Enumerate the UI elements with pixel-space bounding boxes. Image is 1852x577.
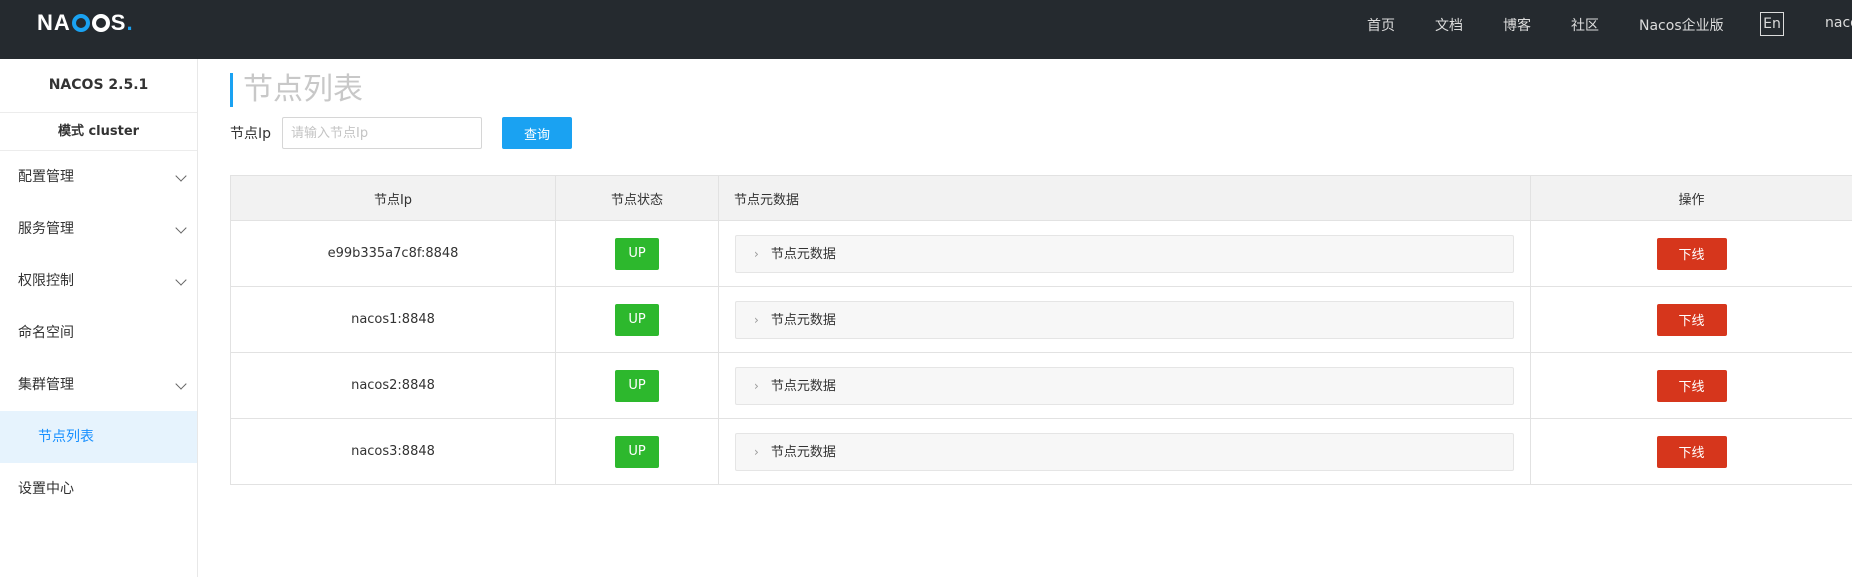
sidebar-item-cluster-management[interactable]: 集群管理 [0,359,197,411]
sidebar-item-label: 权限控制 [18,273,74,289]
column-header-node-ip: 节点Ip [230,175,556,221]
top-navbar: NA S. 首页 文档 博客 社区 Nacos企业版 naco En [0,0,1852,59]
node-metadata-cell: › 节点元数据 [718,352,1531,419]
logo-ring-icon [71,14,90,32]
nav-enterprise-link[interactable]: Nacos企业版 [1639,15,1724,35]
column-header-node-state: 节点状态 [555,175,719,221]
status-badge: UP [615,237,659,270]
sidebar-item-service-management[interactable]: 服务管理 [0,203,197,255]
sidebar-item-label: 配置管理 [18,169,74,185]
logo-text-prefix: NA [37,10,71,35]
sidebar-item-access-control[interactable]: 权限控制 [0,255,197,307]
offline-button[interactable]: 下线 [1656,303,1727,336]
column-header-actions: 操作 [1530,175,1852,221]
table-row: nacos2:8848 UP › 节点元数据 下线 [230,352,1852,419]
node-ip-cell: nacos2:8848 [230,352,556,419]
table-header-row: 节点Ip 节点状态 节点元数据 操作 [230,175,1852,221]
node-ip-cell: e99b335a7c8f:8848 [230,220,556,287]
table-row: e99b335a7c8f:8848 UP › 节点元数据 下线 [230,220,1852,287]
metadata-label: 节点元数据 [770,444,836,460]
sidebar-item-label: 集群管理 [18,377,74,393]
sidebar-item-settings-center[interactable]: 设置中心 [0,463,197,515]
chevron-right-icon: › [754,312,759,327]
metadata-label: 节点元数据 [770,378,836,394]
table-row: nacos1:8848 UP › 节点元数据 下线 [230,286,1852,353]
status-badge: UP [615,369,659,402]
offline-button[interactable]: 下线 [1656,369,1727,402]
actions-cell: 下线 [1530,352,1852,419]
logo-text-suffix: S [110,10,127,35]
page-title: 节点列表 [230,73,363,107]
logo-ring-icon [91,14,110,32]
metadata-collapse-panel[interactable]: › 节点元数据 [735,300,1514,339]
column-header-node-metadata: 节点元数据 [718,175,1531,221]
sidebar-item-label: 设置中心 [18,481,74,497]
node-metadata-cell: › 节点元数据 [718,418,1531,485]
chevron-right-icon: › [754,378,759,393]
query-button[interactable]: 查询 [502,117,572,149]
search-label: 节点Ip [230,126,272,142]
offline-button[interactable]: 下线 [1656,237,1727,270]
node-ip-cell: nacos3:8848 [230,418,556,485]
language-switch-button[interactable]: En [1760,12,1784,36]
node-metadata-cell: › 节点元数据 [718,286,1531,353]
sidebar-item-config-management[interactable]: 配置管理 [0,151,197,203]
sidebar-item-label: 命名空间 [18,325,74,341]
sidebar-subitem-node-list[interactable]: 节点列表 [0,411,197,463]
metadata-collapse-panel[interactable]: › 节点元数据 [735,432,1514,471]
chevron-down-icon [175,170,187,182]
table-row: nacos3:8848 UP › 节点元数据 下线 [230,418,1852,485]
chevron-right-icon: › [754,246,759,261]
metadata-label: 节点元数据 [770,246,836,262]
chevron-down-icon [175,378,187,390]
chevron-down-icon [175,274,187,286]
actions-cell: 下线 [1530,220,1852,287]
logo-dot-icon: . [126,10,134,35]
nav-community-link[interactable]: 社区 [1571,15,1599,35]
user-menu[interactable]: naco [1825,15,1852,31]
nacos-logo[interactable]: NA S. [37,10,134,35]
node-ip-search-input[interactable] [282,117,482,149]
node-state-cell: UP [555,286,719,353]
node-metadata-cell: › 节点元数据 [718,220,1531,287]
chevron-down-icon [175,222,187,234]
nav-docs-link[interactable]: 文档 [1435,15,1463,35]
sidebar-item-label: 服务管理 [18,221,74,237]
node-ip-cell: nacos1:8848 [230,286,556,353]
sidebar-mode: 模式 cluster [0,113,197,151]
node-state-cell: UP [555,220,719,287]
offline-button[interactable]: 下线 [1656,435,1727,468]
node-state-cell: UP [555,418,719,485]
node-state-cell: UP [555,352,719,419]
metadata-collapse-panel[interactable]: › 节点元数据 [735,366,1514,405]
sidebar-item-namespace[interactable]: 命名空间 [0,307,197,359]
metadata-label: 节点元数据 [770,312,836,328]
actions-cell: 下线 [1530,286,1852,353]
sidebar: NACOS 2.5.1 模式 cluster 配置管理 服务管理 权限控制 命名… [0,59,198,577]
sidebar-version: NACOS 2.5.1 [0,59,197,113]
nav-home-link[interactable]: 首页 [1367,15,1395,35]
nav-blog-link[interactable]: 博客 [1503,15,1531,35]
metadata-collapse-panel[interactable]: › 节点元数据 [735,234,1514,273]
status-badge: UP [615,303,659,336]
node-table: 节点Ip 节点状态 节点元数据 操作 e99b335a7c8f:8848 UP … [230,175,1852,485]
status-badge: UP [615,435,659,468]
chevron-right-icon: › [754,444,759,459]
actions-cell: 下线 [1530,418,1852,485]
